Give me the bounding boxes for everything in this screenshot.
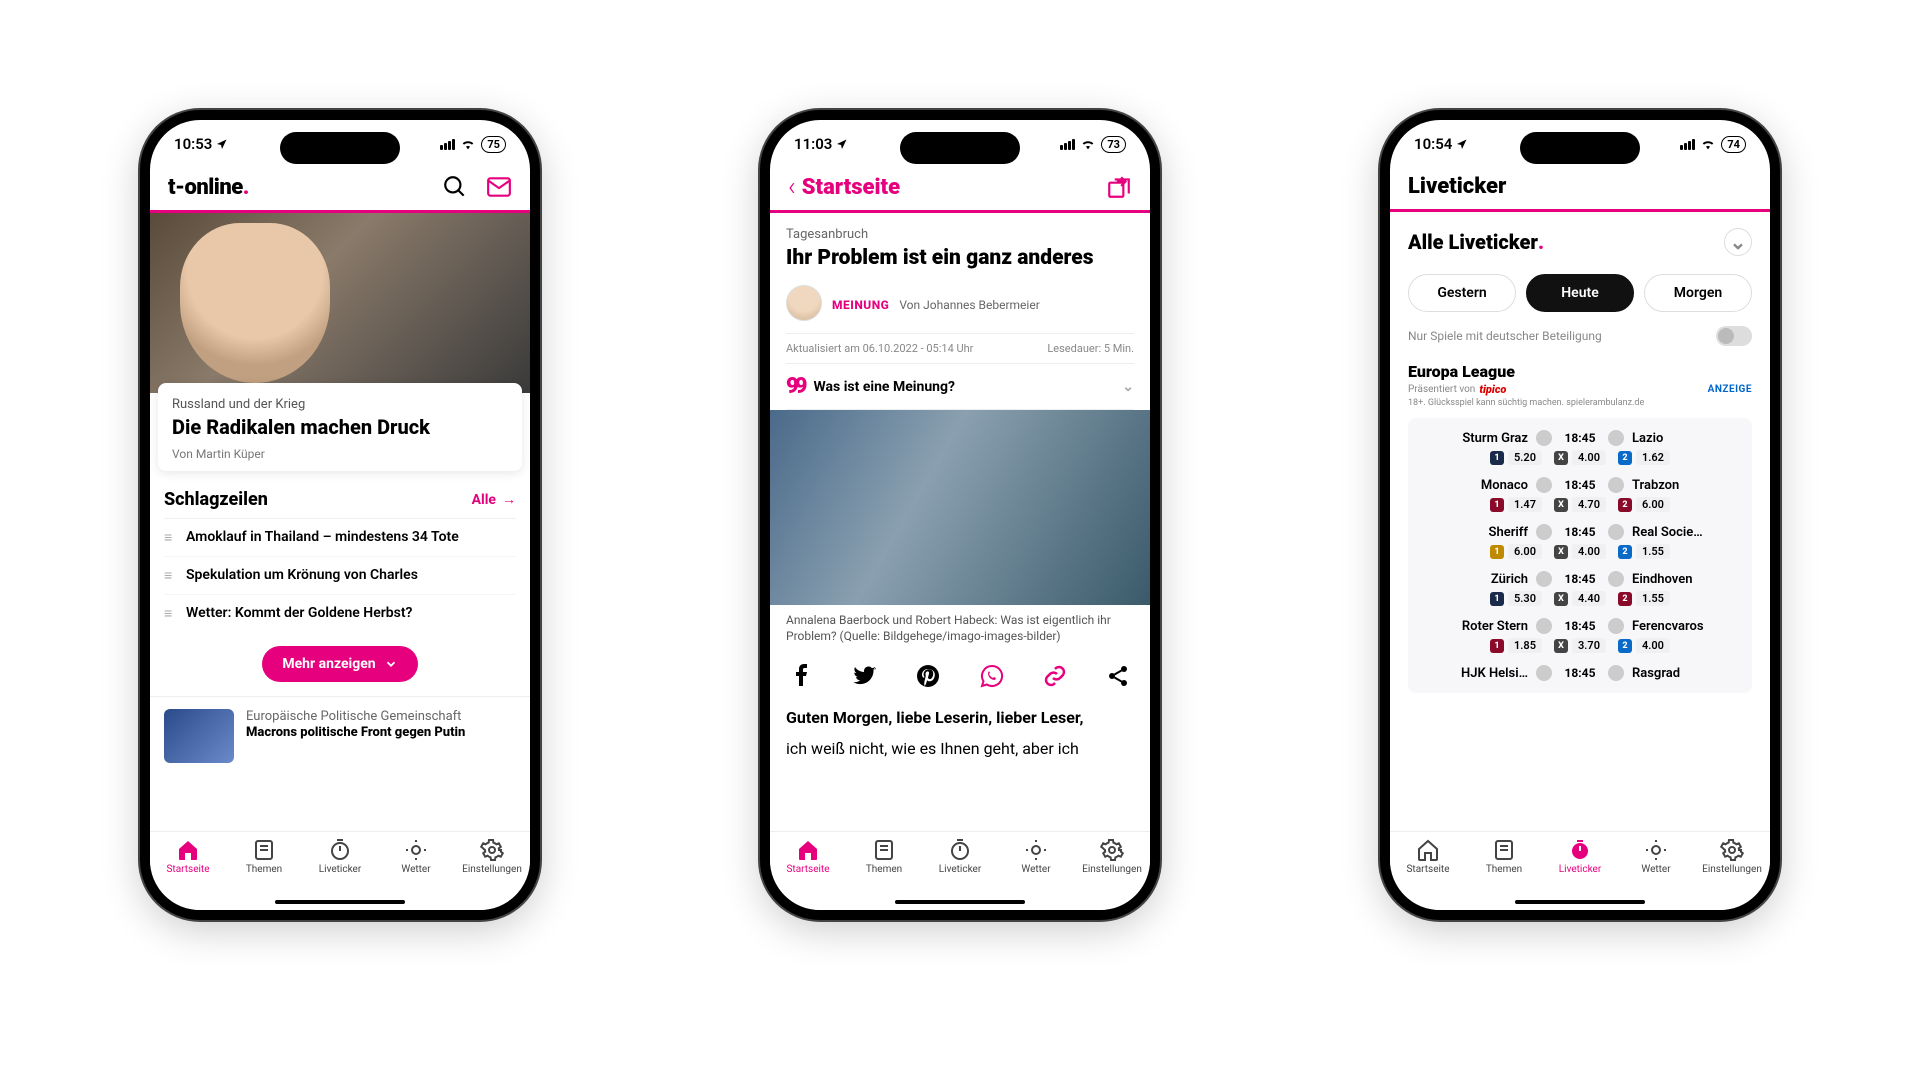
battery-icon: 74 (1721, 136, 1746, 153)
headlines-title: Schlagzeilen (164, 489, 268, 510)
tab-startseite[interactable]: Startseite (770, 838, 846, 875)
status-time: 11:03 (794, 135, 832, 153)
image-caption: Annalena Baerbock und Robert Habeck: Was… (786, 605, 1134, 656)
tab-einstellungen[interactable]: Einstellungen (1694, 838, 1770, 875)
battery-icon: 73 (1101, 136, 1126, 153)
article-kicker: Tagesanbruch (786, 227, 1134, 242)
article-header: ‹Startseite (770, 168, 1150, 210)
tab-startseite[interactable]: Startseite (150, 838, 226, 875)
article-para: Guten Morgen, liebe Leserin, lieber Lese… (786, 706, 1134, 731)
opinion-expander[interactable]: 99 Was ist eine Meinung? ⌄ (786, 363, 1134, 410)
match-row[interactable]: Sheriff18:45Real Socie…16.00X4.0021.55 (1408, 518, 1752, 565)
tab-liveticker[interactable]: Liveticker (922, 838, 998, 875)
hero-card[interactable]: Russland und der Krieg Die Radikalen mac… (158, 383, 522, 471)
sponsor-prefix: Präsentiert von (1408, 384, 1475, 395)
ad-label: ANZEIGE (1708, 384, 1752, 395)
wifi-icon (1700, 138, 1716, 150)
article-image (770, 410, 1150, 605)
link-icon[interactable] (1043, 664, 1067, 688)
headline-item[interactable]: ≡Amoklauf in Thailand – mindestens 34 To… (164, 519, 516, 557)
battery-icon: 75 (481, 136, 506, 153)
all-link[interactable]: Alle → (472, 491, 516, 508)
hero-title: Die Radikalen machen Druck (172, 416, 508, 439)
tab-wetter[interactable]: Wetter (1618, 838, 1694, 875)
show-more-button[interactable]: Mehr anzeigen (262, 646, 417, 682)
hero-byline: Von Martin Küper (172, 447, 508, 461)
tab-themen[interactable]: Themen (846, 838, 922, 875)
disclaimer: 18+. Glücksspiel kann süchtig machen. sp… (1408, 398, 1752, 408)
signal-icon (440, 139, 455, 150)
all-liveticker-dropdown[interactable]: Alle Liveticker. ⌄ (1408, 228, 1752, 256)
status-time: 10:53 (174, 135, 212, 153)
match-row[interactable]: HJK Helsi…18:45Rasgrad (1408, 659, 1752, 687)
tab-bar: Startseite Themen Liveticker Wetter Eins… (770, 831, 1150, 910)
tab-bar: Startseite Themen Liveticker Wetter Eins… (150, 831, 530, 910)
league-title: Europa League (1408, 362, 1752, 381)
pinterest-icon[interactable] (916, 664, 940, 688)
signal-icon (1680, 139, 1695, 150)
wifi-icon (460, 138, 476, 150)
match-row[interactable]: Roter Stern18:45Ferencvaros11.85X3.7024.… (1408, 612, 1752, 659)
share-icon[interactable] (1106, 664, 1130, 688)
seg-heute[interactable]: Heute (1526, 274, 1634, 312)
signal-icon (1060, 139, 1075, 150)
tab-themen[interactable]: Themen (1466, 838, 1542, 875)
author: Von Johannes Bebermeier (899, 298, 1039, 312)
article-thumb (164, 709, 234, 763)
article-title: Macrons politische Front gegen Putin (246, 726, 465, 741)
tab-liveticker[interactable]: Liveticker (1542, 838, 1618, 875)
day-segments: Gestern Heute Morgen (1408, 274, 1752, 312)
match-list: Sturm Graz18:45Lazio15.20X4.0021.62Monac… (1408, 418, 1752, 693)
facebook-icon[interactable] (790, 664, 814, 688)
article-title: Ihr Problem ist ein ganz anderes (786, 246, 1134, 271)
match-row[interactable]: Monaco18:45Trabzon11.47X4.7026.00 (1408, 471, 1752, 518)
back-button[interactable]: ‹Startseite (788, 174, 900, 200)
mail-icon[interactable] (486, 174, 512, 200)
headline-item[interactable]: ≡Wetter: Kommt der Goldene Herbst? (164, 595, 516, 632)
german-only-toggle[interactable] (1716, 326, 1752, 346)
chevron-down-icon: ⌄ (1122, 379, 1134, 395)
opinion-tag: MEINUNG (832, 298, 889, 312)
article-kicker: Europäische Politische Gemeinschaft (246, 709, 465, 724)
match-row[interactable]: Sturm Graz18:45Lazio15.20X4.0021.62 (1408, 424, 1752, 471)
updated-date: Aktualisiert am 06.10.2022 - 05:14 Uhr (786, 342, 973, 355)
seg-gestern[interactable]: Gestern (1408, 274, 1516, 312)
tab-liveticker[interactable]: Liveticker (302, 838, 378, 875)
tab-wetter[interactable]: Wetter (378, 838, 454, 875)
hero-kicker: Russland und der Krieg (172, 397, 508, 412)
tab-einstellungen[interactable]: Einstellungen (454, 838, 530, 875)
match-row[interactable]: Zürich18:45Eindhoven15.30X4.4021.55 (1408, 565, 1752, 612)
headline-item[interactable]: ≡Spekulation um Krönung von Charles (164, 557, 516, 595)
read-time: Lesedauer: 5 Min. (1047, 342, 1134, 355)
article-para: ich weiß nicht, wie es Ihnen geht, aber … (786, 737, 1134, 762)
hero-image[interactable] (150, 213, 530, 393)
seg-morgen[interactable]: Morgen (1644, 274, 1752, 312)
twitter-icon[interactable] (853, 664, 877, 688)
app-header: t-online. (150, 168, 530, 210)
quote-icon: 99 (786, 374, 804, 399)
search-icon[interactable] (442, 174, 468, 200)
status-time: 10:54 (1414, 135, 1452, 153)
page-title: Liveticker (1390, 168, 1770, 209)
wifi-icon (1080, 138, 1096, 150)
tab-bar: Startseite Themen Liveticker Wetter Eins… (1390, 831, 1770, 910)
article-item[interactable]: Europäische Politische Gemeinschaft Macr… (150, 696, 530, 775)
brand-logo[interactable]: t-online. (168, 175, 249, 200)
tab-einstellungen[interactable]: Einstellungen (1074, 838, 1150, 875)
avatar (786, 285, 822, 321)
sponsor-logo: tipico (1479, 383, 1506, 396)
tab-startseite[interactable]: Startseite (1390, 838, 1466, 875)
tab-themen[interactable]: Themen (226, 838, 302, 875)
tab-wetter[interactable]: Wetter (998, 838, 1074, 875)
filter-label: Nur Spiele mit deutscher Beteiligung (1408, 329, 1602, 343)
chevron-down-icon: ⌄ (1724, 228, 1752, 256)
whatsapp-icon[interactable] (980, 664, 1004, 688)
share-icon[interactable] (1106, 174, 1132, 200)
